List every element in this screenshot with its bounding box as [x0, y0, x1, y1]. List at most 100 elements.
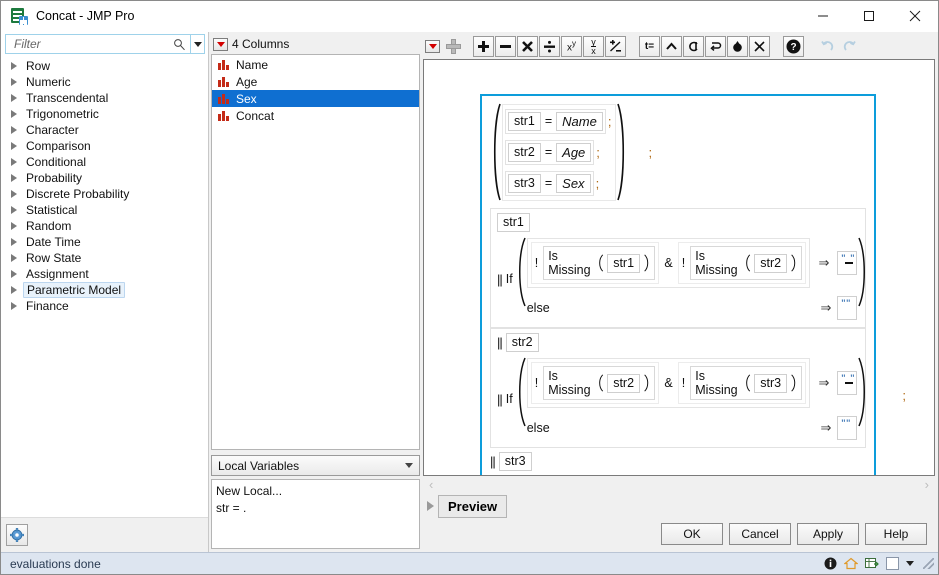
else-value[interactable]: "" — [837, 416, 858, 440]
function-category-transcendental[interactable]: Transcendental — [1, 90, 208, 106]
minimize-button[interactable] — [800, 1, 846, 32]
function-category-discrete-probability[interactable]: Discrete Probability — [1, 186, 208, 202]
statement-variable[interactable]: str1 — [497, 213, 530, 232]
triangle-right-icon[interactable] — [11, 302, 17, 310]
rotate-button[interactable] — [683, 35, 704, 57]
if-expression[interactable]: || If! Is Missing str2 &! Is Missing str3 ⇒ " " e… — [497, 356, 866, 442]
assignment-row[interactable]: str1 = Name; — [505, 108, 613, 134]
undo-button[interactable] — [817, 36, 838, 57]
scroll-left-arrow[interactable]: ‹ — [429, 477, 433, 492]
then-value[interactable]: " " — [837, 251, 858, 275]
help-button[interactable]: ? — [783, 35, 804, 57]
function-argument[interactable]: str2 — [607, 373, 641, 393]
statement-variable-row[interactable]: || str2 — [497, 333, 859, 352]
else-value[interactable]: "" — [837, 296, 858, 320]
triangle-right-icon[interactable] — [11, 206, 17, 214]
add-button[interactable] — [473, 35, 494, 57]
triangle-right-icon[interactable] — [427, 501, 434, 511]
function-category-random[interactable]: Random — [1, 218, 208, 234]
function-category-row-state[interactable]: Row State — [1, 250, 208, 266]
subtract-button[interactable] — [495, 35, 516, 57]
then-value[interactable]: " " — [837, 371, 858, 395]
apply-button[interactable]: Apply — [797, 523, 859, 545]
red-triangle-menu-icon[interactable] — [425, 39, 440, 53]
function-category-date-time[interactable]: Date Time — [1, 234, 208, 250]
function-argument[interactable]: str2 — [754, 253, 788, 273]
condition-group[interactable]: ! Is Missing str2 &! Is Missing str3 — [526, 358, 811, 408]
function-category-conditional[interactable]: Conditional — [1, 154, 208, 170]
assignment-value[interactable]: Sex — [556, 173, 591, 193]
scroll-right-arrow[interactable]: › — [925, 477, 929, 492]
is-missing-function[interactable]: Is Missing str3 — [690, 366, 803, 400]
formula-canvas[interactable]: str1 = Name; str2 = Age; str3 = Sex; ; str1 || If!… — [423, 59, 935, 476]
function-category-statistical[interactable]: Statistical — [1, 202, 208, 218]
function-argument[interactable]: str1 — [607, 253, 641, 273]
redo-button[interactable] — [839, 36, 860, 57]
swap-button[interactable] — [705, 35, 726, 57]
else-row[interactable]: else ⇒ "" — [527, 416, 858, 440]
red-triangle-menu-icon[interactable] — [213, 37, 228, 51]
function-category-numeric[interactable]: Numeric — [1, 74, 208, 90]
multiply-button[interactable] — [517, 35, 538, 57]
triangle-right-icon[interactable] — [11, 62, 17, 70]
triangle-right-icon[interactable] — [11, 222, 17, 230]
home-icon[interactable] — [844, 557, 858, 570]
info-icon[interactable] — [824, 557, 837, 570]
peel-button[interactable] — [727, 35, 748, 57]
horizontal-scroll-row[interactable]: ‹ › — [423, 476, 935, 493]
function-category-list[interactable]: Row Numeric Transcendental Trigonometric Cha… — [1, 56, 208, 517]
power-button[interactable]: xy — [561, 35, 582, 57]
column-item-sex[interactable]: Sex — [212, 90, 419, 107]
assignment-expression[interactable]: str1 = Name — [505, 108, 606, 134]
function-category-character[interactable]: Character — [1, 122, 208, 138]
close-button[interactable] — [892, 1, 938, 32]
function-category-probability[interactable]: Probability — [1, 170, 208, 186]
assignment-expression[interactable]: str2 = Age — [505, 139, 595, 165]
assignment-value[interactable]: Age — [556, 142, 592, 162]
triangle-right-icon[interactable] — [11, 190, 17, 198]
function-category-comparison[interactable]: Comparison — [1, 138, 208, 154]
delete-button[interactable] — [749, 35, 770, 57]
triangle-right-icon[interactable] — [11, 238, 17, 246]
function-category-trigonometric[interactable]: Trigonometric — [1, 106, 208, 122]
is-missing-function[interactable]: Is Missing str1 — [543, 246, 656, 280]
triangle-right-icon[interactable] — [11, 78, 17, 86]
if-expression[interactable]: || If! Is Missing str1 &! Is Missing str2 ⇒ " " e… — [497, 236, 866, 322]
triangle-right-icon[interactable] — [11, 286, 17, 294]
is-missing-function[interactable]: Is Missing str2 — [690, 246, 803, 280]
triangle-right-icon[interactable] — [11, 110, 17, 118]
assignment-row[interactable]: str2 = Age; — [505, 139, 613, 165]
triangle-right-icon[interactable] — [11, 254, 17, 262]
condition-group[interactable]: ! Is Missing str1 &! Is Missing str2 — [526, 238, 811, 288]
filter-dropdown-button[interactable] — [191, 34, 205, 54]
function-category-parametric-model[interactable]: Parametric Model — [1, 282, 208, 298]
locals-select[interactable]: Local Variables — [211, 455, 420, 476]
columns-list[interactable]: Name Age Sex Concat — [211, 54, 420, 450]
sign-button[interactable] — [605, 35, 626, 57]
filter-box[interactable] — [5, 34, 191, 54]
local-variables-list[interactable]: New Local... str = . — [211, 479, 420, 549]
statement-variable[interactable]: str2 — [505, 333, 539, 352]
else-row[interactable]: else ⇒ "" — [527, 296, 858, 320]
chevron-down-icon[interactable] — [906, 561, 914, 566]
transpose-button[interactable]: t= — [639, 35, 660, 57]
statement-list[interactable]: str1 || If! Is Missing str1 &! Is Missing str2 ⇒… — [490, 208, 866, 448]
maximize-button[interactable] — [846, 1, 892, 32]
function-argument[interactable]: str3 — [754, 373, 788, 393]
statement-block[interactable]: || str2 || If! Is Missing str2 &! Is Missing str… — [490, 328, 866, 448]
if-condition-row[interactable]: ! Is Missing str1 &! Is Missing str2 ⇒ " " — [526, 238, 858, 288]
statement-block[interactable]: str1 || If! Is Missing str1 &! Is Missing str2 ⇒… — [490, 208, 866, 328]
ok-button[interactable]: OK — [661, 523, 723, 545]
final-var-row[interactable]: || str3 — [490, 452, 866, 471]
local-variable-item[interactable]: New Local... — [216, 483, 419, 500]
triangle-right-icon[interactable] — [11, 158, 17, 166]
function-category-assignment[interactable]: Assignment — [1, 266, 208, 282]
function-category-row[interactable]: Row — [1, 58, 208, 74]
final-variable-token[interactable]: str3 — [498, 452, 532, 471]
statement-variable-row[interactable]: str1 — [497, 213, 859, 232]
triangle-right-icon[interactable] — [11, 94, 17, 102]
triangle-right-icon[interactable] — [11, 270, 17, 278]
left-condition[interactable]: ! Is Missing str2 — [530, 362, 660, 404]
triangle-right-icon[interactable] — [11, 142, 17, 150]
assignment-group[interactable]: str1 = Name; str2 = Age; str3 = Sex; ; — [490, 102, 866, 202]
